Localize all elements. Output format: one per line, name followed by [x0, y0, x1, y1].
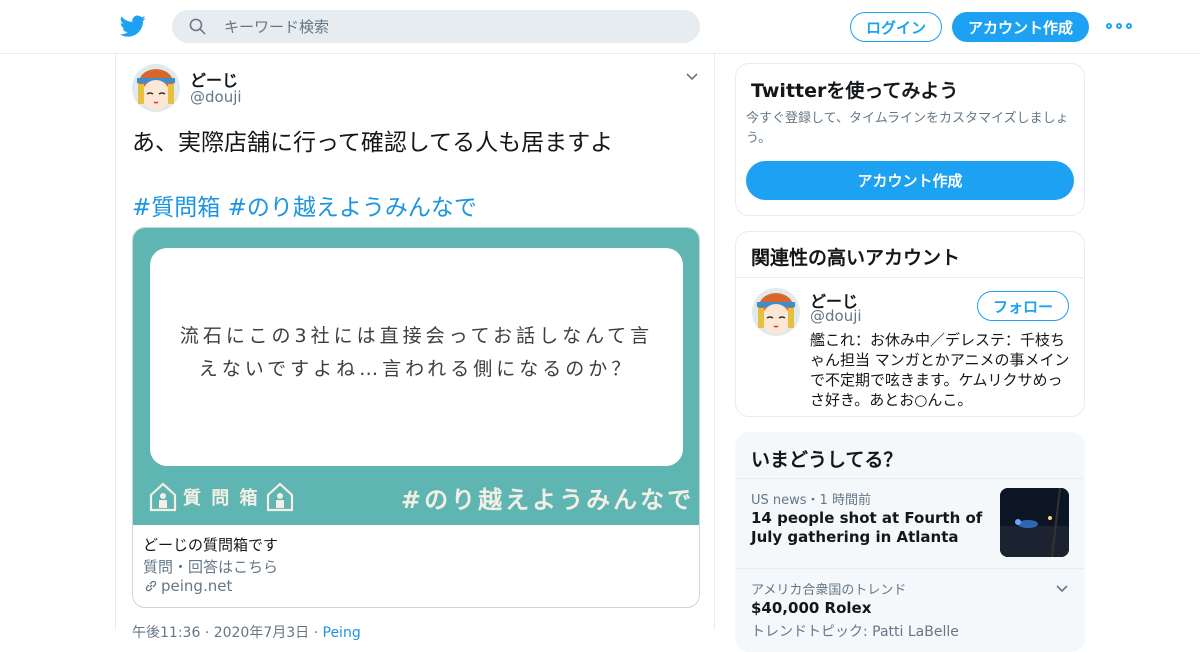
signup-panel-text: 今すぐ登録して、タイムラインをカスタマイズしましょう。 — [746, 111, 1069, 146]
related-accounts-title: 関連性の高いアカウント — [751, 247, 961, 269]
tweet-text: あ、実際店舗に行って確認してる人も居ますよ — [132, 130, 614, 156]
tweet-column: どーじ @douji あ、実際店舗に行って確認してる人も居ますよ #質問箱 #の… — [115, 54, 715, 641]
signup-panel-button[interactable]: アカウント作成 — [746, 161, 1074, 200]
related-account-handle[interactable]: @douji — [810, 307, 862, 325]
link-icon — [145, 580, 157, 592]
card-title: どーじの質問箱です — [143, 536, 279, 554]
top-navigation-bar: ログイン アカウント作成 — [0, 0, 1200, 54]
search-bar — [172, 10, 700, 43]
card-hashtag: #のり越えようみんなで — [401, 486, 695, 514]
tweet-hashtags[interactable]: #質問箱 #のり越えようみんなで — [132, 188, 477, 222]
card-domain: peing.net — [143, 577, 232, 595]
trends-title: いまどうしてる？ — [751, 449, 903, 471]
follow-button[interactable]: フォロー — [977, 291, 1069, 321]
related-accounts-panel: 関連性の高いアカウント どーじ @douji フォロー 艦これ：お休み中／デレス… — [735, 231, 1085, 417]
trend-context: アメリカ合衆国のトレンド — [751, 583, 907, 598]
question-text: 流石にこの3社には直接会ってお話しなんて言 えないですよね…言われる側になるのか… — [179, 325, 654, 380]
card-image: 流石にこの3社には直接会ってお話しなんて言 えないですよね…言われる側になるのか… — [133, 228, 699, 525]
avatar[interactable] — [132, 64, 180, 112]
divider — [736, 277, 1084, 278]
chevron-down-icon[interactable] — [684, 68, 700, 84]
trend-title[interactable]: $40,000 Rolex — [751, 599, 871, 617]
person-in-house-icon — [266, 482, 293, 512]
more-menu-icon[interactable] — [1106, 16, 1132, 36]
author-handle[interactable]: @douji — [190, 88, 242, 106]
card-description: 質問・回答はこちら — [143, 558, 279, 576]
signup-panel-title: Twitterを使ってみよう — [751, 80, 959, 102]
tweet-timestamp: 午後11:36 · 2020年7月3日 · Peing — [132, 625, 361, 641]
trend-subtitle: トレンドトピック: Patti LaBelle — [751, 624, 959, 640]
person-in-house-icon — [149, 482, 177, 512]
twitter-bird-logo-icon[interactable] — [119, 13, 147, 39]
tweet-source-link[interactable]: Peing — [323, 625, 361, 641]
search-icon — [189, 18, 206, 35]
divider — [736, 568, 1084, 569]
search-input[interactable] — [224, 10, 684, 43]
trend-title[interactable]: 14 people shot at Fourth of July gatheri… — [751, 509, 991, 547]
signup-button[interactable]: アカウント作成 — [952, 12, 1089, 42]
link-card[interactable]: 流石にこの3社には直接会ってお話しなんて言 えないですよね…言われる側になるのか… — [132, 227, 700, 608]
avatar[interactable] — [752, 288, 800, 336]
question-box-brand: 質 問 箱 — [149, 481, 294, 513]
signup-panel: Twitterを使ってみよう 今すぐ登録して、タイムラインをカスタマイズしましょ… — [735, 63, 1085, 216]
related-account-bio: 艦これ：お休み中／デレステ：千枝ちゃん担当 マンガとかアニメの事メインで不定期で… — [810, 331, 1070, 409]
chevron-down-icon[interactable] — [1054, 580, 1070, 596]
divider — [736, 478, 1084, 479]
question-box: 流石にこの3社には直接会ってお話しなんて言 えないですよね…言われる側になるのか… — [150, 248, 683, 466]
trend-thumbnail[interactable] — [1000, 488, 1069, 557]
trends-panel: いまどうしてる？ US news・1 時間前 14 people shot at… — [735, 432, 1085, 652]
login-button[interactable]: ログイン — [850, 12, 942, 42]
trend-context: US news・1 時間前 — [751, 493, 871, 508]
